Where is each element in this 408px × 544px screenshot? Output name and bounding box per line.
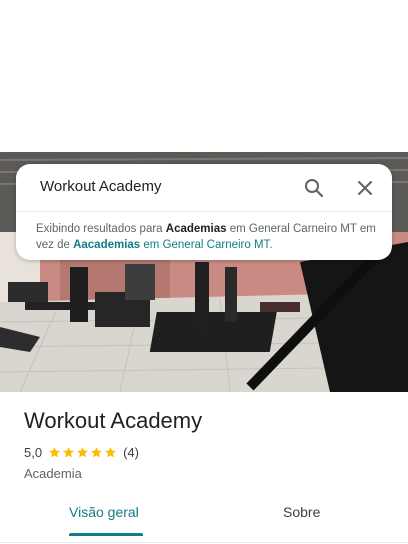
place-tabs: Visão geral Sobre: [0, 494, 408, 538]
place-title: Workout Academy: [24, 408, 203, 433]
search-icon[interactable]: [302, 176, 326, 200]
rating-stars: [48, 446, 118, 459]
tab-about[interactable]: Sobre: [283, 504, 320, 520]
notice-end: .: [269, 239, 273, 251]
star-icon: [49, 446, 60, 457]
notice-term: Academias: [165, 223, 227, 235]
divider: [16, 211, 392, 212]
search-input[interactable]: Workout Academy: [40, 178, 161, 195]
rating-row[interactable]: 5,0 (4): [24, 444, 139, 460]
star-icon: [63, 446, 74, 457]
review-count[interactable]: (4): [123, 445, 139, 460]
place-category: Academia: [24, 466, 82, 481]
search-card: Workout Academy Exibindo resultados para…: [16, 164, 392, 260]
star-icon: [91, 446, 102, 457]
notice-prefix: Exibindo resultados para: [36, 223, 166, 235]
star-icon: [77, 446, 88, 457]
star-icon: [105, 446, 116, 457]
search-correction-notice: Exibindo resultados para Academias em Ge…: [36, 221, 376, 253]
close-icon[interactable]: [353, 176, 377, 200]
active-tab-indicator: [69, 533, 143, 536]
search-bar[interactable]: Workout Academy: [16, 164, 392, 210]
tab-overview[interactable]: Visão geral: [69, 504, 139, 520]
notice-location: em General Carneiro MT: [226, 223, 357, 235]
search-instead-term-link[interactable]: Aacademias: [73, 239, 140, 251]
tabs-divider: [0, 542, 408, 543]
rating-value: 5,0: [24, 444, 43, 460]
map-area-blank: [0, 0, 408, 152]
search-instead-location-link[interactable]: em General Carneiro MT: [140, 239, 269, 251]
